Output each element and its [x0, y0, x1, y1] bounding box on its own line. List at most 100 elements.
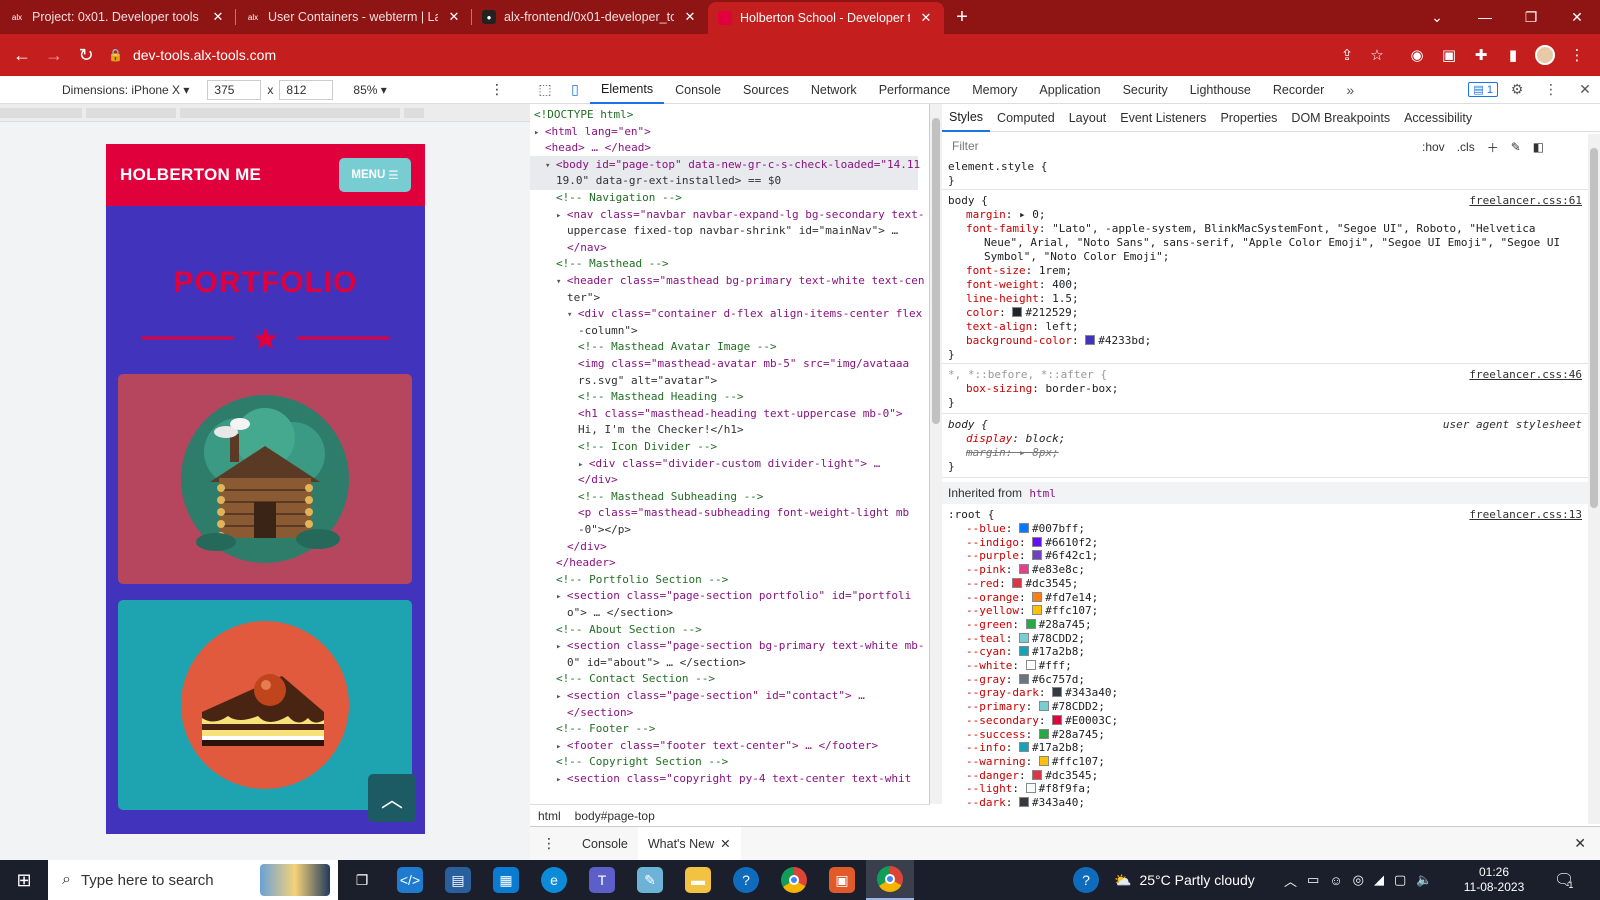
css-variable[interactable]: --red: #dc3545;	[966, 577, 1078, 591]
devtools-menu-icon[interactable]: ⋮	[1536, 76, 1566, 104]
css-prop-value[interactable]: ▸ 0;	[1019, 208, 1046, 221]
notepad-icon[interactable]: ✎	[626, 860, 674, 900]
color-swatch[interactable]	[1025, 618, 1036, 629]
address-bar[interactable]: 🔒 dev-tools.alx-tools.com	[108, 40, 1408, 70]
element-style-rule[interactable]: element.style { }	[942, 160, 1590, 190]
sidebar-tab-dom-breakpoints[interactable]: DOM Breakpoints	[1284, 104, 1397, 132]
ruler-segment-c[interactable]	[180, 108, 400, 118]
css-var-name[interactable]: --dark	[966, 796, 1006, 809]
css-var-name[interactable]: --indigo	[966, 536, 1019, 549]
css-var-name[interactable]: --warning	[966, 755, 1026, 768]
expand-triangle-icon[interactable]: ▸	[534, 128, 545, 138]
root-variables-rule[interactable]: :root { freelancer.css:13 --blue: #007bf…	[942, 508, 1590, 826]
color-swatch[interactable]	[1052, 687, 1063, 698]
css-var-value[interactable]: #6f42c1;	[1045, 549, 1098, 562]
css-variable[interactable]: --cyan: #17a2b8;	[966, 645, 1085, 659]
color-swatch[interactable]	[1032, 536, 1043, 547]
css-var-value[interactable]: #fff;	[1039, 659, 1072, 672]
css-declaration[interactable]: color: #212529;	[966, 306, 1078, 320]
profile-avatar[interactable]	[1532, 42, 1558, 68]
css-variable[interactable]: --purple: #6f42c1;	[966, 549, 1098, 563]
close-tab-icon[interactable]: ✕	[720, 836, 730, 851]
chrome-active-icon[interactable]	[866, 860, 914, 900]
chrome-icon[interactable]	[770, 860, 818, 900]
page-menu-button[interactable]: MENU ☰	[339, 158, 411, 192]
css-prop-value[interactable]: Neue", Arial, "Noto Sans", sans-serif, "…	[984, 236, 1560, 249]
devtools-tab-lighthouse[interactable]: Lighthouse	[1179, 76, 1262, 104]
css-var-name[interactable]: --purple	[966, 549, 1019, 562]
css-variable[interactable]: --blue: #007bff;	[966, 522, 1085, 536]
minimize-button[interactable]: —	[1462, 0, 1508, 34]
portfolio-item-cabin[interactable]	[118, 374, 412, 584]
browser-tab-3[interactable]: ● alx-frontend/0x01-developer_too ✕	[472, 0, 708, 34]
ruler-segment-d[interactable]	[404, 108, 424, 118]
close-tab-icon[interactable]: ✕	[446, 9, 462, 25]
expand-triangle-icon[interactable]: ▸	[556, 775, 567, 785]
color-swatch[interactable]	[1038, 728, 1049, 739]
css-var-name[interactable]: --orange	[966, 591, 1019, 604]
expand-triangle-icon[interactable]: ▾	[545, 161, 556, 171]
dom-node-line[interactable]: uppercase fixed-top navbar-shrink" id="m…	[567, 222, 898, 241]
css-variable[interactable]: --light: #f8f9fa;	[966, 782, 1092, 796]
color-swatch[interactable]	[1032, 591, 1043, 602]
css-var-value[interactable]: #f8f9fa;	[1039, 782, 1092, 795]
css-var-name[interactable]: --primary	[966, 700, 1026, 713]
css-var-value[interactable]: #343a40;	[1065, 686, 1118, 699]
cls-toggle[interactable]: .cls	[1457, 140, 1475, 154]
inherited-tag[interactable]: html	[1029, 487, 1056, 500]
css-prop-value[interactable]: 400;	[1052, 278, 1079, 291]
css-prop-value[interactable]: "Lato", -apple-system, BlinkMacSystemFon…	[1052, 222, 1535, 235]
display-icon[interactable]: ▢	[1394, 872, 1406, 888]
css-var-name[interactable]: --green	[966, 618, 1012, 631]
screen-extension-icon[interactable]: ▣	[1436, 42, 1462, 68]
css-var-value[interactable]: #78CDD2;	[1052, 700, 1105, 713]
color-swatch[interactable]	[1019, 632, 1029, 643]
color-swatch[interactable]	[1019, 646, 1029, 657]
css-var-value[interactable]: #E0003C;	[1065, 714, 1118, 727]
close-devtools-icon[interactable]: ✕	[1570, 76, 1600, 104]
color-swatch[interactable]	[1019, 797, 1029, 807]
devtools-tab-performance[interactable]: Performance	[868, 76, 962, 104]
color-swatch[interactable]	[1038, 755, 1049, 766]
css-var-value[interactable]: #ffc107;	[1045, 604, 1098, 617]
universal-box-sizing-rule[interactable]: *, *::before, *::after { freelancer.css:…	[942, 368, 1590, 414]
css-variable[interactable]: --indigo: #6610f2;	[966, 536, 1098, 550]
browser-tab-2[interactable]: alx User Containers - webterm | Lag ✕	[236, 0, 472, 34]
color-swatch[interactable]	[1052, 714, 1063, 725]
user-agent-body-rule[interactable]: body { user agent stylesheet display: bl…	[942, 418, 1590, 478]
css-var-value[interactable]: #6610f2;	[1045, 536, 1098, 549]
css-variable[interactable]: --secondary: #E0003C;	[966, 714, 1118, 728]
browser-tab-1[interactable]: alx Project: 0x01. Developer tools | L ✕	[0, 0, 236, 34]
elements-scrollbar[interactable]	[930, 104, 942, 804]
css-variable[interactable]: --danger: #dc3545;	[966, 769, 1098, 783]
css-var-value[interactable]: #78CDD2;	[1032, 632, 1085, 645]
root-rule-source-link[interactable]: freelancer.css:13	[1469, 508, 1582, 521]
css-prop-name[interactable]: line-height	[966, 292, 1039, 305]
zoom-select[interactable]: 85% ▾	[353, 83, 386, 97]
css-var-value[interactable]: #007bff;	[1032, 522, 1085, 535]
css-declaration[interactable]: font-weight: 400;	[966, 278, 1079, 292]
device-toggle-icon[interactable]: ▯	[560, 76, 590, 104]
issues-badge[interactable]: ▤ 1	[1468, 82, 1498, 97]
css-prop-name[interactable]: background-color	[966, 334, 1072, 347]
css-declaration[interactable]: font-size: 1rem;	[966, 264, 1072, 278]
css-var-value[interactable]: #dc3545;	[1025, 577, 1078, 590]
expand-triangle-icon[interactable]: ▸	[556, 692, 567, 702]
ruler-segment-b[interactable]	[86, 108, 176, 118]
color-swatch[interactable]	[1032, 769, 1043, 780]
css-variable[interactable]: --info: #17a2b8;	[966, 741, 1085, 755]
css-var-name[interactable]: --light	[966, 782, 1012, 795]
css-var-name[interactable]: --blue	[966, 522, 1006, 535]
sidebar-tab-layout[interactable]: Layout	[1062, 104, 1114, 132]
extensions-puzzle-icon[interactable]: ✚	[1468, 42, 1494, 68]
css-var-name[interactable]: --gray	[966, 673, 1006, 686]
weather-widget[interactable]: ⛅ 25°C Partly cloudy	[1114, 860, 1255, 900]
css-declaration[interactable]: background-color: #4233bd;	[966, 334, 1151, 348]
browser-menu-icon[interactable]: ⋮	[1564, 42, 1590, 68]
elements-scroll-thumb[interactable]	[932, 118, 940, 424]
devtools-tab-memory[interactable]: Memory	[961, 76, 1028, 104]
device-height-input[interactable]: 812	[279, 79, 334, 100]
sidebar-tab-computed[interactable]: Computed	[990, 104, 1062, 132]
tray-help-icon[interactable]: ?	[1062, 860, 1110, 900]
css-prop-value[interactable]: left;	[1045, 320, 1078, 333]
